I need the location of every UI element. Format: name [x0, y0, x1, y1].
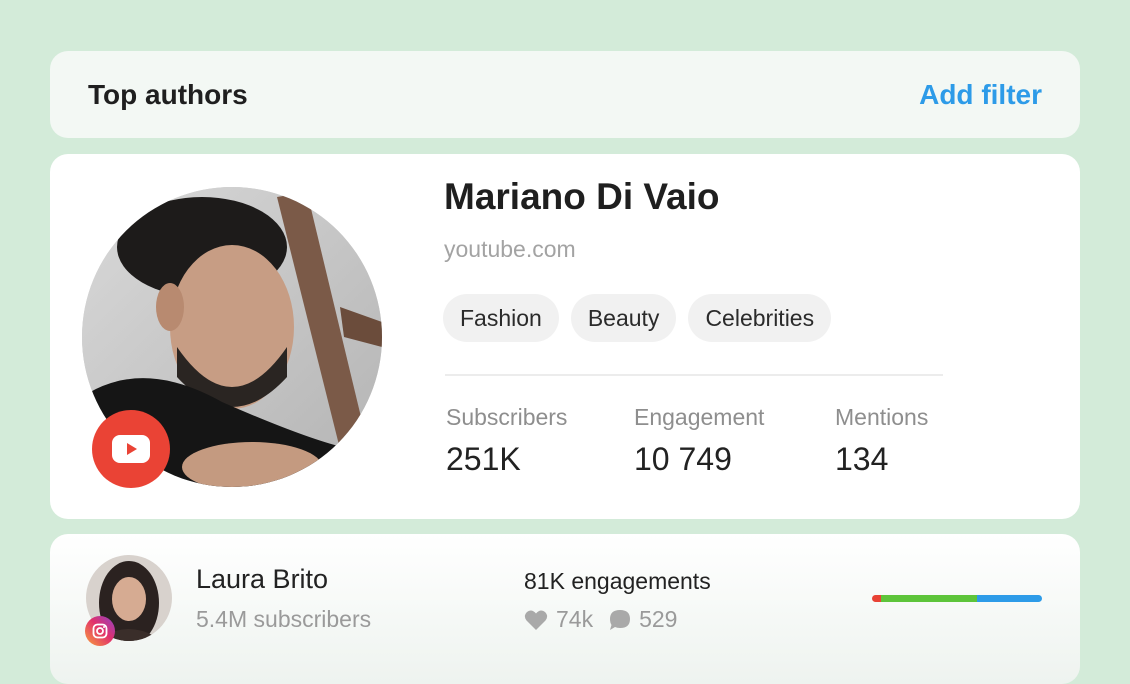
author-tags: Fashion Beauty Celebrities	[443, 294, 832, 342]
comments-count: 529	[639, 606, 678, 632]
sentiment-segment-neutral	[977, 595, 1042, 602]
tag-fashion[interactable]: Fashion	[443, 294, 559, 342]
author-row-avatar-wrap	[85, 555, 172, 646]
author-row-subscribers: 5.4M subscribers	[196, 606, 372, 632]
author-row[interactable]: Laura Brito 5.4M subscribers 81K engagem…	[50, 534, 1080, 684]
author-name[interactable]: Mariano Di Vaio	[444, 176, 720, 218]
stat-label: Mentions	[835, 404, 929, 430]
author-row-engagements: 81K engagements	[524, 568, 711, 594]
comments-metric: 529	[609, 606, 677, 633]
stat-label: Subscribers	[446, 404, 568, 430]
add-filter-button[interactable]: Add filter	[919, 79, 1042, 111]
tag-beauty[interactable]: Beauty	[570, 294, 677, 342]
stat-value: 134	[835, 441, 889, 477]
author-row-metrics: 74k 529	[524, 606, 693, 633]
stat-subscribers: Subscribers 251K	[446, 404, 567, 478]
instagram-icon	[92, 623, 108, 639]
top-authors-header: Top authors Add filter	[50, 51, 1080, 138]
stat-label: Engagement	[634, 404, 765, 430]
stat-mentions: Mentions 134	[835, 404, 928, 478]
heart-icon	[524, 610, 548, 630]
author-source: youtube.com	[444, 236, 576, 262]
sentiment-segment-positive	[880, 595, 978, 602]
youtube-icon	[112, 435, 150, 463]
stat-engagement: Engagement 10 749	[634, 404, 764, 478]
instagram-badge	[85, 616, 115, 646]
author-avatar-wrap	[82, 187, 382, 488]
stat-value: 251K	[446, 441, 521, 477]
featured-author-card[interactable]: Mariano Di Vaio youtube.com Fashion Beau…	[50, 154, 1080, 519]
likes-metric: 74k	[524, 606, 593, 633]
divider	[445, 374, 943, 376]
author-row-name[interactable]: Laura Brito	[196, 564, 328, 595]
sentiment-segment-negative	[872, 595, 881, 602]
sentiment-bar	[872, 595, 1042, 602]
tag-celebrities[interactable]: Celebrities	[688, 294, 832, 342]
page-title: Top authors	[88, 78, 248, 110]
likes-count: 74k	[556, 606, 594, 632]
youtube-badge	[92, 410, 170, 488]
stat-value: 10 749	[634, 441, 732, 477]
comment-icon	[610, 609, 631, 630]
